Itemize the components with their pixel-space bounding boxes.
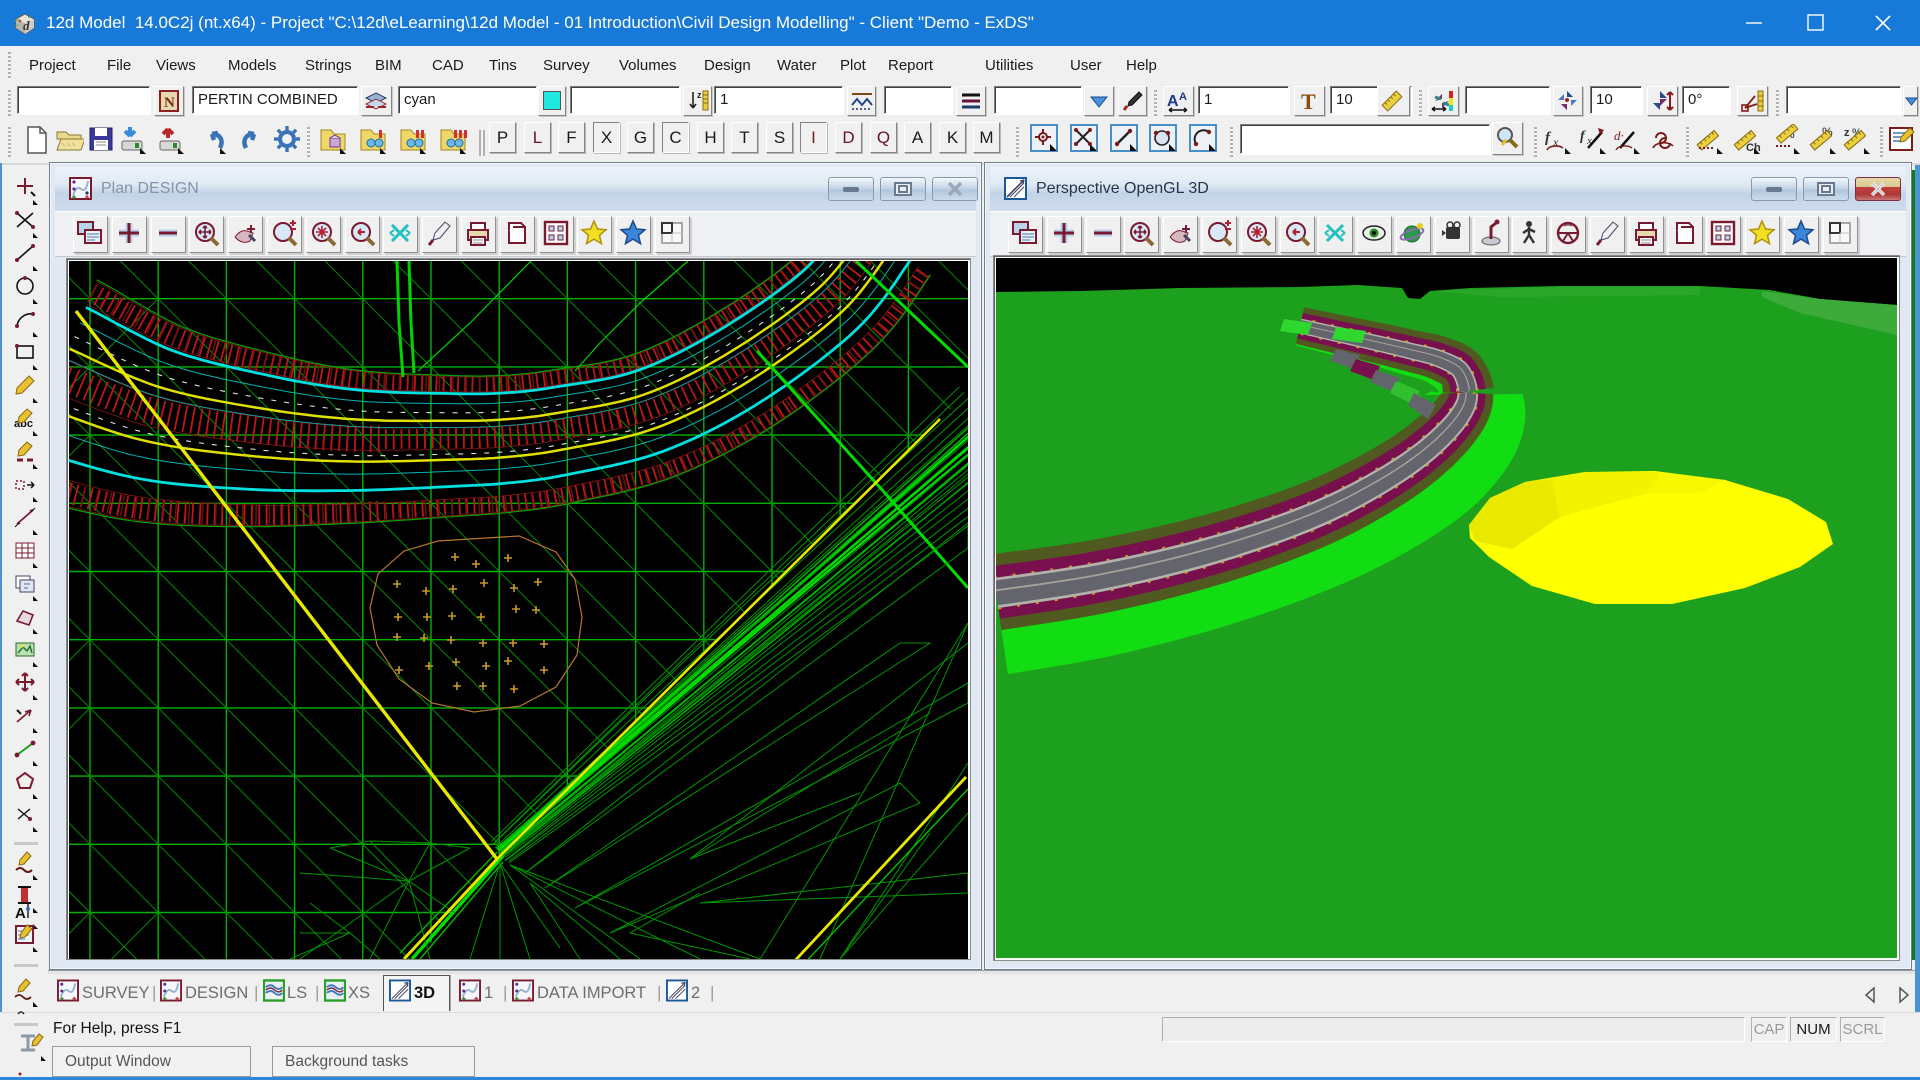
svg-text:Ch: Ch [1746,142,1761,154]
svg-text:z: z [697,90,702,100]
svg-text:z: z [1844,127,1850,139]
svg-text:A: A [1167,93,1179,110]
svg-text:f: f [1580,129,1586,144]
svg-text:T: T [1301,89,1316,114]
svg-text:N: N [164,95,175,111]
svg-text:f: f [1545,130,1552,146]
svg-text:A: A [1179,91,1187,103]
svg-text:d·: d· [1614,128,1624,143]
svg-text:A: A [15,905,26,922]
svg-text:d: d [23,18,30,33]
